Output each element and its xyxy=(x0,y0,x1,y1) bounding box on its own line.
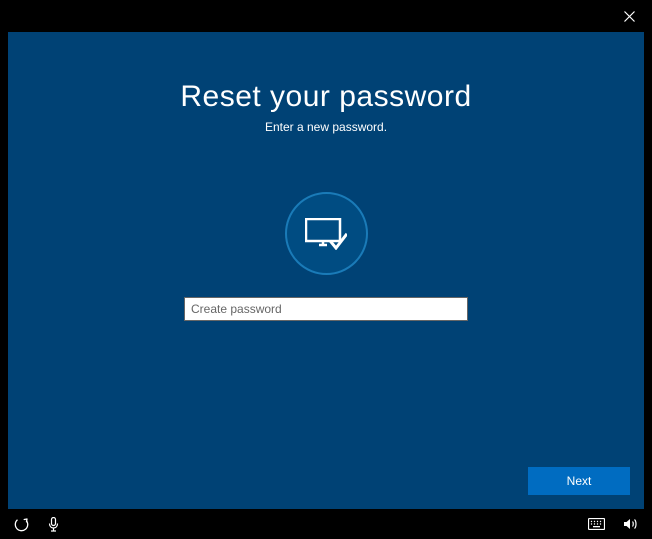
monitor-check-icon xyxy=(305,218,347,250)
main-content: Reset your password Enter a new password… xyxy=(8,32,644,509)
title-bar xyxy=(0,0,652,32)
password-input[interactable] xyxy=(184,297,468,321)
close-icon xyxy=(624,11,635,22)
microphone-icon[interactable] xyxy=(47,517,60,532)
password-field-wrap xyxy=(184,297,468,321)
next-button[interactable]: Next xyxy=(528,467,630,495)
monitor-check-badge xyxy=(285,192,368,275)
taskbar xyxy=(0,509,652,539)
volume-icon[interactable] xyxy=(623,517,638,531)
keyboard-icon[interactable] xyxy=(588,518,605,530)
taskbar-right xyxy=(588,517,638,531)
taskbar-left xyxy=(14,517,60,532)
page-subtitle: Enter a new password. xyxy=(265,120,387,134)
ease-of-access-icon[interactable] xyxy=(14,517,29,532)
close-button[interactable] xyxy=(607,0,652,32)
page-title: Reset your password xyxy=(180,80,471,114)
